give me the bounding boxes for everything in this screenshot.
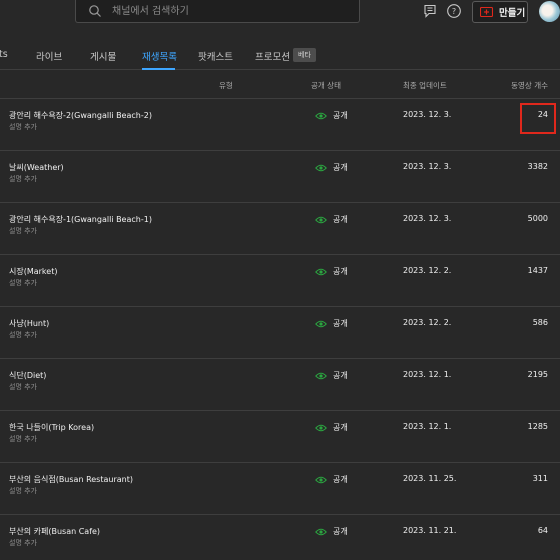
last-updated-date: 2023. 12. 1. <box>403 422 452 431</box>
eye-icon <box>315 216 327 223</box>
playlist-title[interactable]: 부산의 음식점(Busan Restaurant) <box>9 474 133 485</box>
visibility-status[interactable]: 공개 <box>315 162 348 173</box>
svg-text:?: ? <box>452 7 456 16</box>
create-button-label: 만들기 <box>499 8 526 19</box>
tab-shorts[interactable]: ts <box>0 49 8 60</box>
playlist-description[interactable]: 설명 추가 <box>9 226 37 236</box>
playlist-description[interactable]: 설명 추가 <box>9 122 37 132</box>
last-updated-date: 2023. 12. 1. <box>403 370 452 379</box>
visibility-status[interactable]: 공개 <box>315 422 348 433</box>
eye-icon <box>315 372 327 379</box>
visibility-label: 공개 <box>333 423 348 432</box>
playlist-description[interactable]: 설명 추가 <box>9 382 37 392</box>
last-updated-date: 2023. 12. 3. <box>403 162 452 171</box>
table-row[interactable]: 사냥(Hunt) 설명 추가 공개 2023. 12. 2. 586 <box>0 307 560 359</box>
video-count: 1285 <box>527 422 548 431</box>
playlist-description[interactable]: 설명 추가 <box>9 278 37 288</box>
eye-icon <box>315 112 327 119</box>
last-updated-date: 2023. 12. 3. <box>403 214 452 223</box>
channel-tabs: ts 라이브 게시물 재생목록 팟캐스트 프로모션 베타 <box>0 40 560 70</box>
playlist-title[interactable]: 한국 나들이(Trip Korea) <box>9 422 94 433</box>
video-count: 2195 <box>527 370 548 379</box>
playlist-title[interactable]: 부산의 카페(Busan Cafe) <box>9 526 100 537</box>
playlist-description[interactable]: 설명 추가 <box>9 538 37 548</box>
video-count: 586 <box>532 318 548 327</box>
visibility-label: 공개 <box>333 267 348 276</box>
tab-posts[interactable]: 게시물 <box>90 49 116 63</box>
tab-podcasts[interactable]: 팟캐스트 <box>198 49 233 63</box>
column-visibility[interactable]: 공개 상태 <box>311 80 341 91</box>
visibility-label: 공개 <box>333 371 348 380</box>
column-type[interactable]: 유형 <box>219 80 233 91</box>
last-updated-date: 2023. 12. 2. <box>403 266 452 275</box>
playlist-title[interactable]: 사냥(Hunt) <box>9 318 49 329</box>
visibility-status[interactable]: 공개 <box>315 318 348 329</box>
table-row[interactable]: 식단(Diet) 설명 추가 공개 2023. 12. 1. 2195 <box>0 359 560 411</box>
visibility-status[interactable]: 공개 <box>315 266 348 277</box>
table-row[interactable]: 시장(Market) 설명 추가 공개 2023. 12. 2. 1437 <box>0 255 560 307</box>
video-count-highlight-box <box>520 103 556 134</box>
video-count: 1437 <box>527 266 548 275</box>
visibility-status[interactable]: 공개 <box>315 474 348 485</box>
eye-icon <box>315 424 327 431</box>
column-video-count[interactable]: 동영상 개수 <box>511 80 548 91</box>
eye-icon <box>315 268 327 275</box>
table-row[interactable]: 광안리 해수욕장-1(Gwangalli Beach-1) 설명 추가 공개 2… <box>0 203 560 255</box>
channel-search-box[interactable] <box>75 0 360 23</box>
table-row[interactable]: 부산의 카페(Busan Cafe) 설명 추가 공개 2023. 11. 21… <box>0 515 560 560</box>
playlist-title[interactable]: 날씨(Weather) <box>9 162 64 173</box>
playlist-description[interactable]: 설명 추가 <box>9 434 37 444</box>
search-icon <box>89 5 101 17</box>
table-row[interactable]: 광안리 해수욕장-2(Gwangalli Beach-2) 설명 추가 공개 2… <box>0 99 560 151</box>
video-count: 5000 <box>527 214 548 223</box>
tab-playlists[interactable]: 재생목록 <box>142 49 177 63</box>
visibility-status[interactable]: 공개 <box>315 370 348 381</box>
visibility-label: 공개 <box>333 215 348 224</box>
playlist-title[interactable]: 광안리 해수욕장-2(Gwangalli Beach-2) <box>9 110 152 121</box>
create-button[interactable]: 만들기 <box>472 1 528 23</box>
create-video-icon <box>480 7 493 17</box>
playlist-description[interactable]: 설명 추가 <box>9 174 37 184</box>
playlist-title[interactable]: 시장(Market) <box>9 266 57 277</box>
playlist-description[interactable]: 설명 추가 <box>9 330 37 340</box>
eye-icon <box>315 164 327 171</box>
avatar[interactable] <box>539 1 560 22</box>
active-tab-indicator <box>142 68 175 70</box>
visibility-label: 공개 <box>333 319 348 328</box>
eye-icon <box>315 528 327 535</box>
last-updated-date: 2023. 11. 21. <box>403 526 457 535</box>
video-count: 64 <box>537 526 548 535</box>
table-row[interactable]: 한국 나들이(Trip Korea) 설명 추가 공개 2023. 12. 1.… <box>0 411 560 463</box>
playlist-description[interactable]: 설명 추가 <box>9 486 37 496</box>
video-count: 3382 <box>527 162 548 171</box>
help-icon[interactable]: ? <box>446 3 462 19</box>
table-header: 유형 공개 상태 최종 업데이트 동영상 개수 <box>0 71 560 99</box>
table-row[interactable]: 부산의 음식점(Busan Restaurant) 설명 추가 공개 2023.… <box>0 463 560 515</box>
feedback-icon[interactable] <box>422 3 438 19</box>
last-updated-date: 2023. 12. 2. <box>403 318 452 327</box>
visibility-label: 공개 <box>333 163 348 172</box>
playlist-title[interactable]: 식단(Diet) <box>9 370 46 381</box>
beta-badge: 베타 <box>293 48 316 62</box>
column-last-updated[interactable]: 최종 업데이트 <box>403 80 447 91</box>
visibility-label: 공개 <box>333 527 348 536</box>
visibility-label: 공개 <box>333 111 348 120</box>
visibility-status[interactable]: 공개 <box>315 110 348 121</box>
top-bar: ? 만들기 <box>0 0 560 32</box>
video-count: 311 <box>532 474 548 483</box>
search-input[interactable] <box>112 2 342 20</box>
tab-live[interactable]: 라이브 <box>36 49 62 63</box>
visibility-label: 공개 <box>333 475 348 484</box>
visibility-status[interactable]: 공개 <box>315 214 348 225</box>
visibility-status[interactable]: 공개 <box>315 526 348 537</box>
eye-icon <box>315 320 327 327</box>
last-updated-date: 2023. 12. 3. <box>403 110 452 119</box>
eye-icon <box>315 476 327 483</box>
table-row[interactable]: 날씨(Weather) 설명 추가 공개 2023. 12. 3. 3382 <box>0 151 560 203</box>
last-updated-date: 2023. 11. 25. <box>403 474 457 483</box>
playlist-title[interactable]: 광안리 해수욕장-1(Gwangalli Beach-1) <box>9 214 152 225</box>
tab-promotions[interactable]: 프로모션 <box>255 49 290 63</box>
